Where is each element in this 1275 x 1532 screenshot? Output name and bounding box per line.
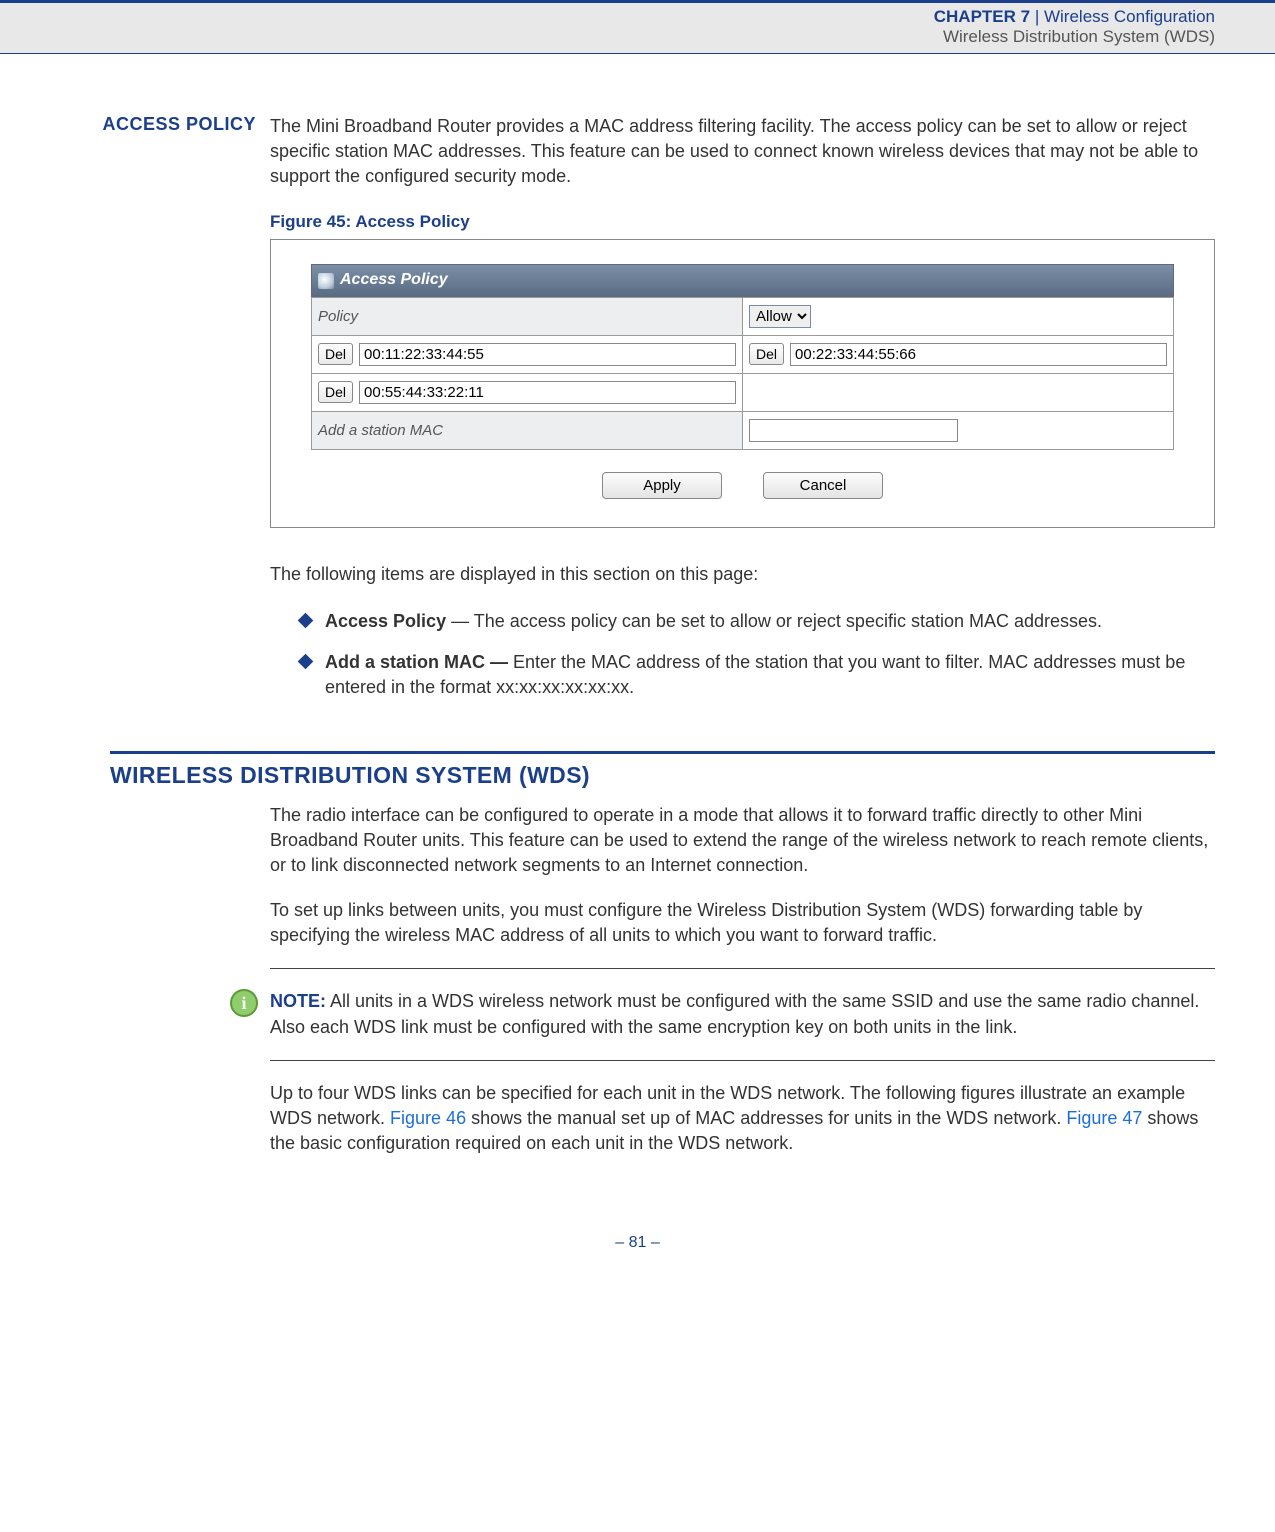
wds-paragraph-1: The radio interface can be configured to…	[270, 803, 1215, 879]
wds-p3-b: shows the manual set up of MAC addresses…	[466, 1108, 1066, 1128]
add-mac-label-cell: Add a station MAC	[312, 411, 743, 449]
note-label: NOTE:	[270, 991, 326, 1011]
note-divider-bottom	[270, 1060, 1215, 1061]
empty-cell	[743, 373, 1174, 411]
figure-46-link[interactable]: Figure 46	[390, 1108, 466, 1128]
cancel-button[interactable]: Cancel	[763, 472, 883, 499]
delete-mac-button-2[interactable]: Del	[749, 343, 784, 365]
header-subtitle: Wireless Distribution System (WDS)	[0, 27, 1215, 47]
delete-mac-button-3[interactable]: Del	[318, 381, 353, 403]
header-line-1: CHAPTER 7 | Wireless Configuration	[0, 7, 1215, 27]
info-icon: i	[230, 989, 258, 1017]
policy-select[interactable]: Allow	[749, 305, 811, 328]
apply-button[interactable]: Apply	[602, 472, 722, 499]
add-mac-field[interactable]	[749, 419, 958, 442]
access-policy-table: Policy Allow Del	[311, 297, 1174, 450]
note-divider-top	[270, 968, 1215, 969]
figure-47-link[interactable]: Figure 47	[1066, 1108, 1142, 1128]
following-items-text: The following items are displayed in thi…	[270, 562, 1215, 587]
policy-label-cell: Policy	[312, 297, 743, 335]
wds-section-title: WIRELESS DISTRIBUTION SYSTEM (WDS)	[110, 762, 1215, 789]
mac-field-2[interactable]	[790, 343, 1167, 366]
figure-45-caption: Figure 45: Access Policy	[270, 210, 1215, 234]
figure-45: Access Policy Policy Allow	[270, 239, 1215, 527]
delete-mac-button-1[interactable]: Del	[318, 343, 353, 365]
page-header: CHAPTER 7 | Wireless Configuration Wirel…	[0, 0, 1275, 54]
access-policy-intro: The Mini Broadband Router provides a MAC…	[270, 114, 1215, 190]
bullet-access-policy: Access Policy — The access policy can be…	[300, 609, 1215, 634]
note-block: i NOTE: All units in a WDS wireless netw…	[230, 989, 1215, 1039]
mac-field-3[interactable]	[359, 381, 736, 404]
section-divider	[110, 751, 1215, 754]
panel-title: Access Policy	[340, 269, 448, 291]
panel-icon	[318, 273, 334, 289]
bullet-1-text: — The access policy can be set to allow …	[446, 611, 1102, 631]
header-sep: |	[1030, 7, 1044, 26]
bullet-1-bold: Access Policy	[325, 611, 446, 631]
bullet-icon	[298, 654, 314, 670]
wds-paragraph-3: Up to four WDS links can be specified fo…	[270, 1081, 1215, 1157]
mac-field-1[interactable]	[359, 343, 736, 366]
bullet-add-station-mac: Add a station MAC — Enter the MAC addres…	[300, 650, 1215, 700]
wds-paragraph-2: To set up links between units, you must …	[270, 898, 1215, 948]
section-label-access-policy: ACCESS POLICY	[60, 114, 270, 135]
bullet-2-bold: Add a station MAC —	[325, 652, 513, 672]
chapter-title: Wireless Configuration	[1044, 7, 1215, 26]
chapter-number: CHAPTER 7	[934, 7, 1030, 26]
page-number: – 81 –	[0, 1234, 1275, 1252]
note-text: All units in a WDS wireless network must…	[270, 991, 1199, 1036]
bullet-icon	[298, 613, 314, 629]
access-policy-panel-header: Access Policy	[311, 264, 1174, 296]
